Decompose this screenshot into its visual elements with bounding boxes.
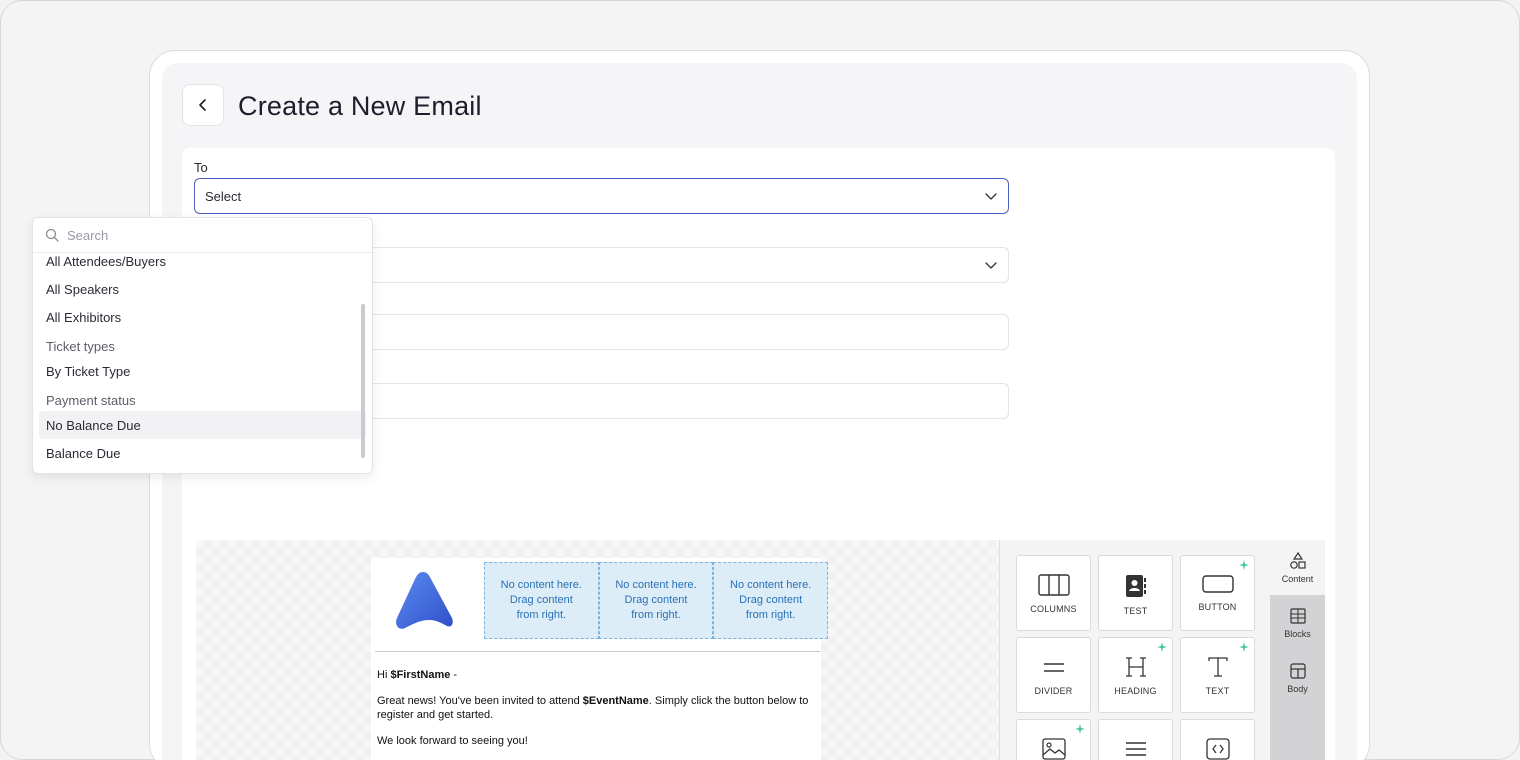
content-panel: COLUMNS TEST BUTTON DIVIDER HEADING TEXT…	[999, 540, 1325, 760]
option-all-speakers[interactable]: All Speakers	[39, 275, 366, 303]
sparkle-icon	[1239, 642, 1249, 652]
menu-icon	[1125, 742, 1146, 756]
option-by-ticket-type[interactable]: By Ticket Type	[39, 357, 366, 385]
tile-columns[interactable]: COLUMNS	[1016, 555, 1091, 631]
chevron-down-icon	[985, 262, 997, 269]
sparkle-icon	[1239, 560, 1249, 570]
sparkle-icon	[1075, 724, 1085, 734]
to-select-value: Select	[205, 188, 242, 204]
page-title: Create a New Email	[238, 91, 482, 121]
group-ticket-types: Ticket types	[46, 339, 115, 354]
chevron-left-icon	[199, 99, 206, 111]
closing-line: We look forward to seeing you!	[377, 735, 528, 747]
email-text-block[interactable]: Hi $FirstName - Great news! You've been …	[377, 668, 817, 760]
tile-html[interactable]	[1180, 719, 1255, 760]
tile-test[interactable]: TEST	[1098, 555, 1173, 631]
option-all-attendees[interactable]: All Attendees/Buyers	[39, 247, 366, 275]
text-icon	[1207, 657, 1228, 677]
editor-canvas: No content here. Drag content from right. …	[196, 540, 1000, 760]
tile-button[interactable]: BUTTON	[1180, 555, 1255, 631]
dropdown-scrollbar[interactable]	[361, 304, 365, 458]
option-all-exhibitors[interactable]: All Exhibitors	[39, 303, 366, 331]
to-select[interactable]: Select	[194, 178, 1009, 214]
brand-logo	[396, 572, 453, 629]
code-icon	[1205, 738, 1230, 760]
layout-icon	[1289, 662, 1306, 679]
email-editor: No content here. Drag content from right. …	[196, 540, 1325, 760]
tile-divider[interactable]: DIVIDER	[1016, 637, 1091, 713]
group-payment-status: Payment status	[46, 393, 136, 408]
tile-heading[interactable]: HEADING	[1098, 637, 1173, 713]
panel-side-tabs: Content Blocks Body	[1270, 540, 1325, 760]
empty-column-3[interactable]: No content here. Drag content from right.	[713, 562, 829, 639]
contact-book-icon	[1125, 575, 1146, 597]
tile-text[interactable]: TEXT	[1180, 637, 1255, 713]
option-no-balance-due[interactable]: No Balance Due	[39, 411, 366, 439]
to-label: To	[194, 160, 208, 175]
search-icon	[45, 228, 59, 242]
option-balance-due[interactable]: Balance Due	[39, 439, 366, 467]
email-preview: No content here. Drag content from right. …	[371, 558, 829, 760]
tab-body[interactable]: Body	[1270, 650, 1325, 705]
sparkle-icon	[1157, 642, 1167, 652]
chevron-down-icon	[985, 193, 997, 200]
greeting-line: Hi $FirstName -	[377, 669, 458, 681]
divider-icon	[1043, 663, 1064, 672]
empty-column-2[interactable]: No content here. Drag content from right.	[598, 562, 714, 639]
tile-image[interactable]	[1016, 719, 1091, 760]
image-icon	[1041, 738, 1066, 760]
columns-icon	[1037, 574, 1070, 596]
button-icon	[1201, 575, 1234, 593]
heading-icon	[1125, 657, 1146, 677]
placeholder-columns: No content here. Drag content from right. …	[484, 562, 829, 639]
shapes-icon	[1289, 551, 1306, 569]
tab-blocks[interactable]: Blocks	[1270, 595, 1325, 650]
empty-column-1[interactable]: No content here. Drag content from right.	[484, 562, 599, 639]
search-input[interactable]	[67, 227, 347, 243]
tile-menu[interactable]	[1098, 719, 1173, 760]
dropdown-list: All Attendees/Buyers All Speakers All Ex…	[33, 247, 372, 467]
tab-content[interactable]: Content	[1270, 540, 1325, 595]
blocks-icon	[1289, 607, 1306, 624]
email-divider	[375, 651, 820, 652]
to-dropdown-menu: All Attendees/Buyers All Speakers All Ex…	[32, 217, 373, 474]
back-button[interactable]	[182, 84, 224, 126]
body-paragraph: Great news! You've been invited to atten…	[377, 695, 809, 721]
